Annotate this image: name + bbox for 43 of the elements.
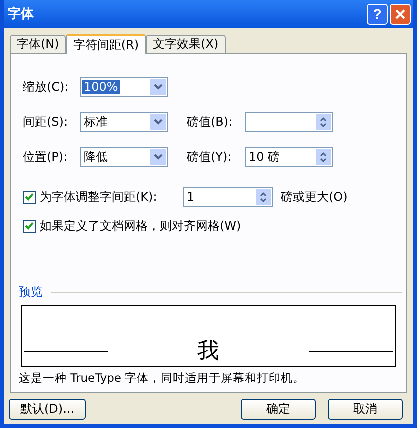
window-title: 字体 (8, 6, 34, 23)
spin-value: 10 磅 (248, 148, 282, 166)
dropdown-value: 标准 (83, 114, 109, 130)
checkbox[interactable] (23, 190, 36, 204)
dropdown-button[interactable] (150, 114, 166, 130)
field-label: 磅值(B): (187, 114, 234, 130)
dropdown-value: 100% (82, 80, 120, 94)
spin-field[interactable]: 1 (183, 187, 273, 207)
font-description: 这是一种 TrueType 字体，同时适用于屏幕和打印机。 (19, 371, 306, 386)
help-button[interactable]: ? (367, 4, 388, 24)
dropdown-button[interactable] (150, 149, 166, 165)
field-label: 缩放(C): (23, 78, 70, 96)
default-button[interactable]: 默认(D)... (9, 399, 86, 420)
checkbox-label: 为字体调整字间距(K): (40, 188, 158, 206)
close-icon (395, 8, 406, 20)
spin-button[interactable] (256, 189, 271, 205)
group-label: 预览 (19, 284, 43, 301)
spin-button[interactable] (316, 114, 331, 130)
spin-arrows-icon (320, 116, 327, 128)
spin-arrows-icon (260, 192, 267, 202)
spacing-dropdown[interactable]: 标准 (80, 112, 168, 132)
dropdown-value: 降低 (83, 148, 109, 166)
checkbox[interactable] (23, 220, 36, 232)
spin-button[interactable] (316, 149, 331, 165)
checkbox-label: 如果定义了文档网格，则对齐网格(W) (40, 218, 242, 234)
spin-field[interactable] (245, 112, 333, 132)
preview-sample: 我 (196, 338, 220, 365)
dropdown-button[interactable] (150, 79, 166, 95)
spin-field[interactable]: 10 磅 (245, 147, 333, 167)
field-label: 间距(S): (23, 114, 70, 130)
spin-arrows-icon (320, 152, 327, 162)
tab[interactable]: 字体(N) (10, 35, 66, 53)
field-label: 磅值(Y): (187, 148, 233, 166)
scale-dropdown[interactable]: 100% (80, 77, 168, 97)
spin-value: 1 (186, 190, 196, 204)
cancel-button[interactable]: 取消 (328, 399, 403, 420)
tab[interactable]: 文字效果(X) (146, 35, 226, 53)
ok-button[interactable]: 确定 (241, 399, 316, 420)
unit-label: 磅或更大(O) (281, 188, 348, 206)
tab[interactable]: 字符间距(R) (66, 34, 146, 54)
field-label: 位置(P): (23, 148, 69, 166)
close-button[interactable] (390, 4, 411, 24)
position-dropdown[interactable]: 降低 (80, 147, 168, 167)
